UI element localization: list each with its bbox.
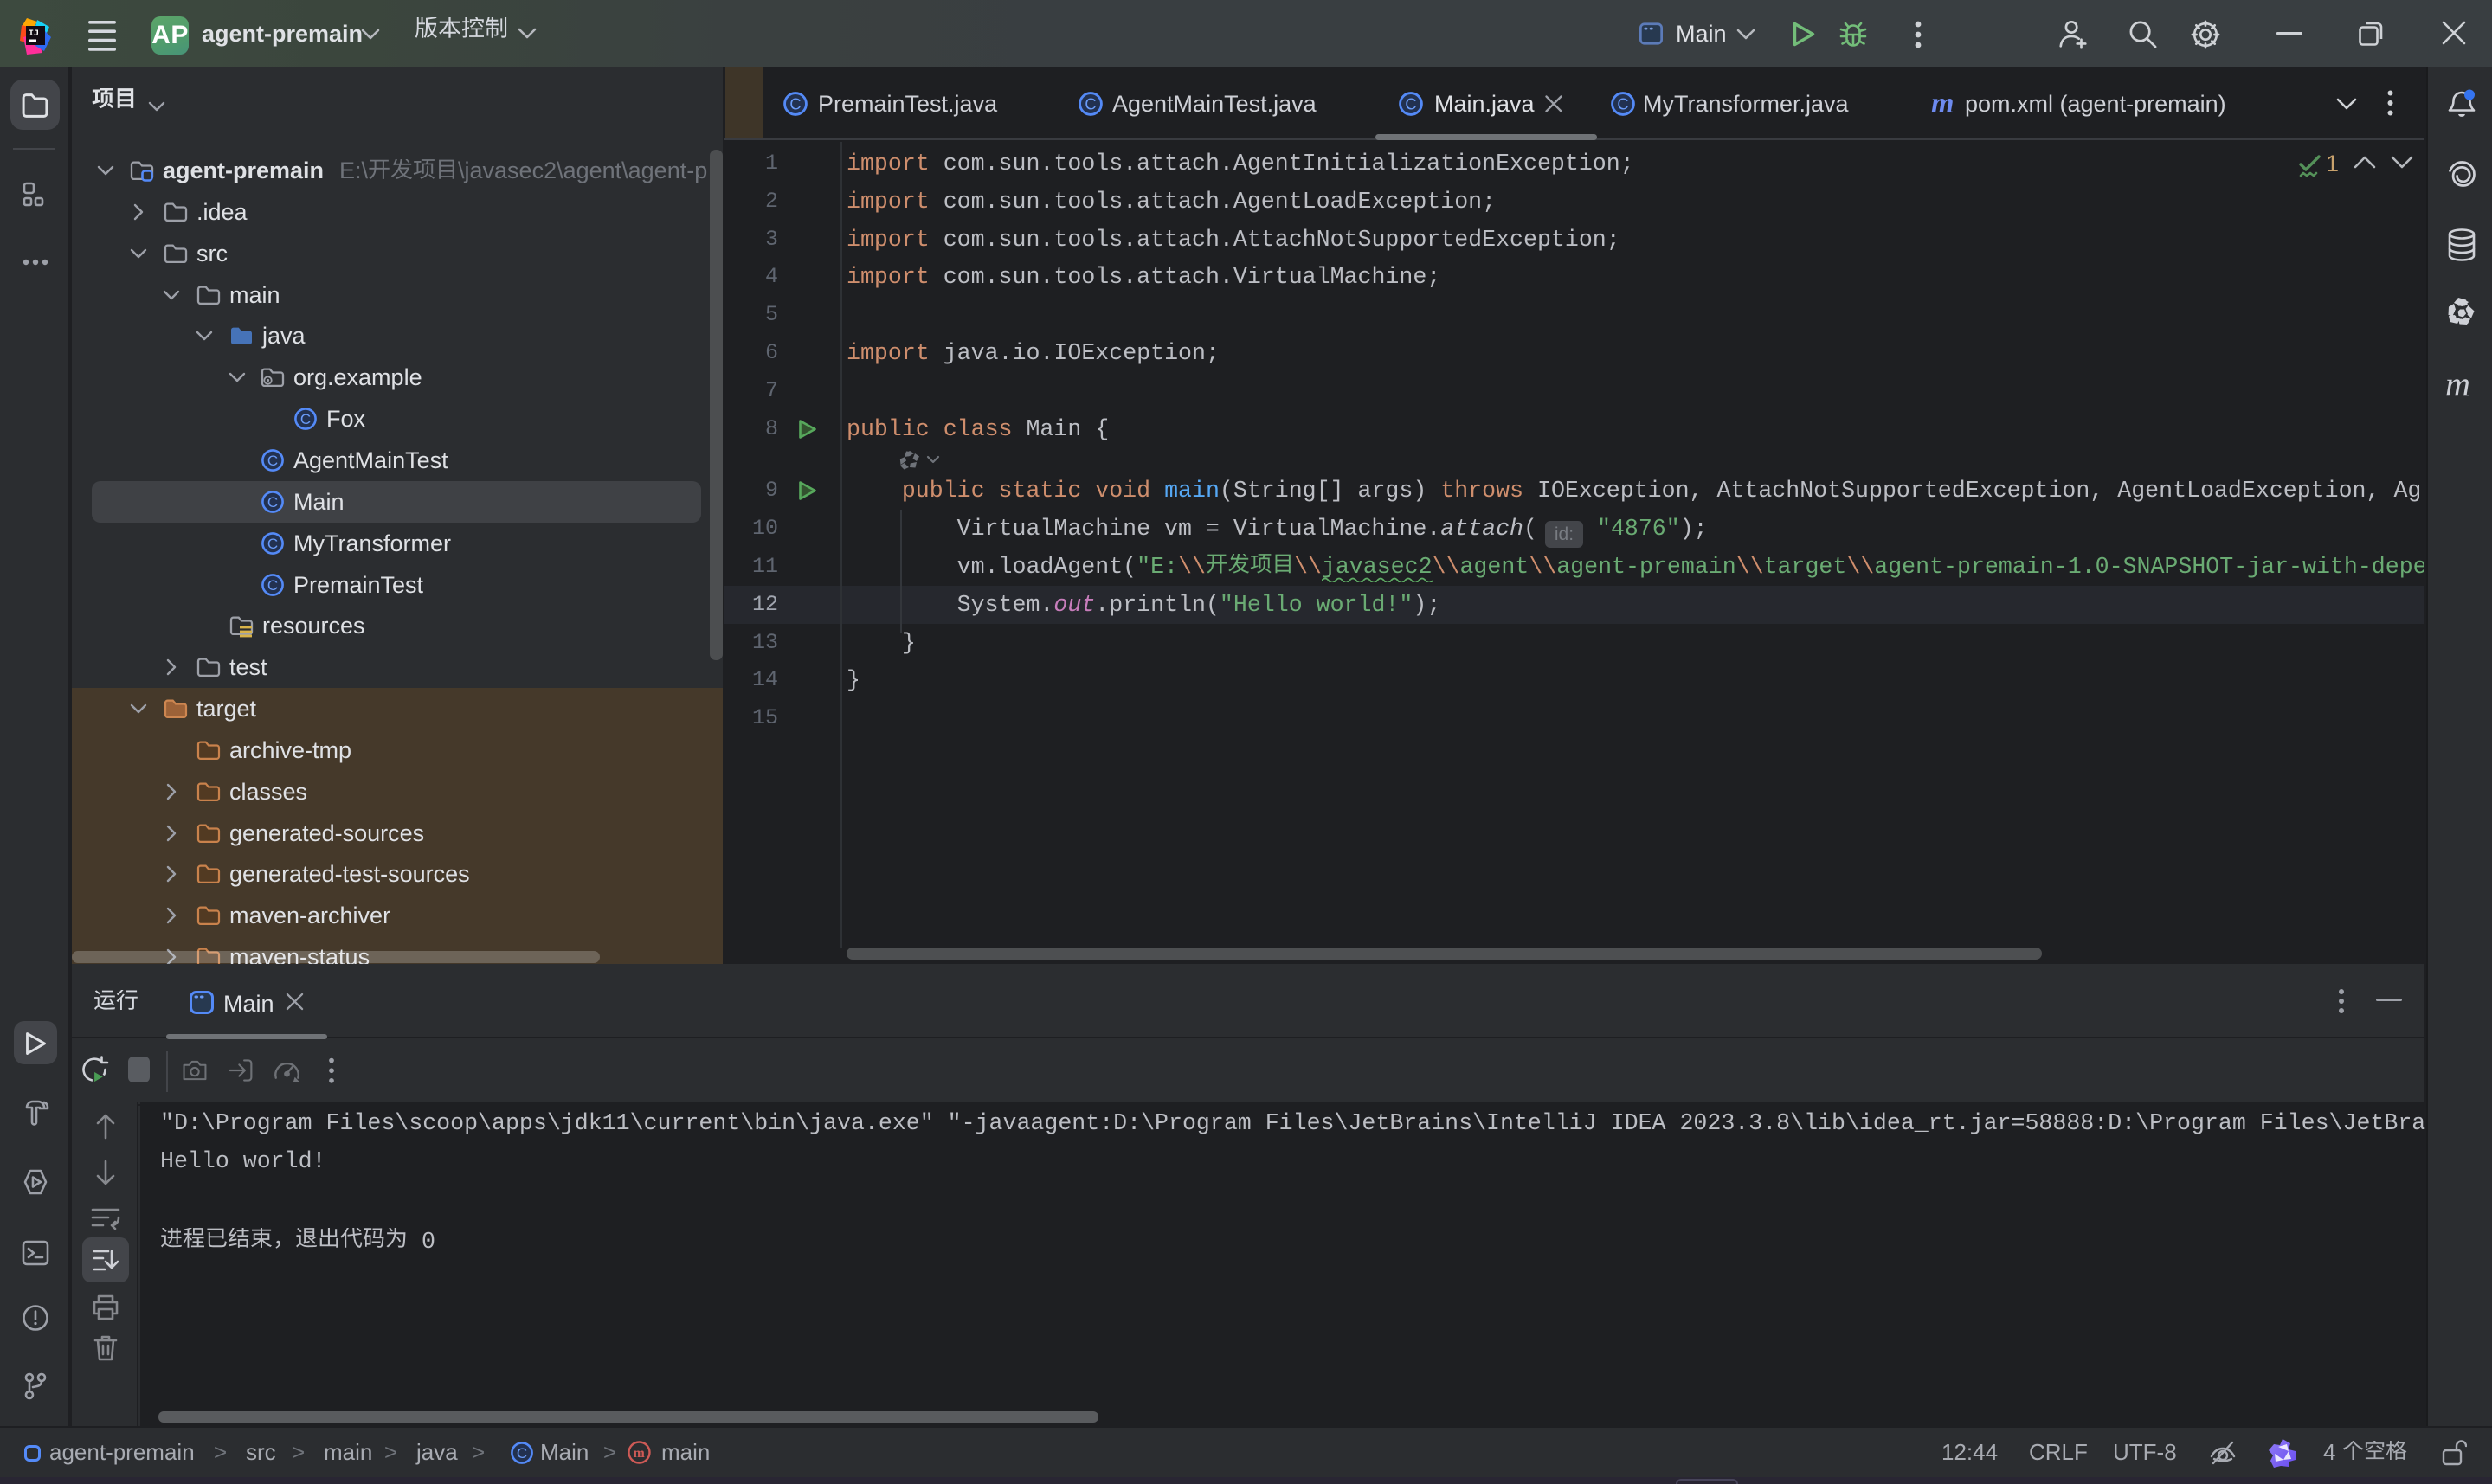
svg-text:C: C bbox=[267, 453, 278, 469]
svg-text:C: C bbox=[1617, 95, 1628, 112]
svg-text:m: m bbox=[634, 1446, 646, 1461]
svg-text:C: C bbox=[267, 577, 278, 594]
svg-text:IJ: IJ bbox=[29, 29, 39, 39]
svg-text:C: C bbox=[1405, 95, 1416, 112]
svg-text:C: C bbox=[1085, 95, 1096, 112]
svg-text:C: C bbox=[300, 411, 311, 427]
svg-text:C: C bbox=[517, 1445, 527, 1462]
svg-text:C: C bbox=[267, 536, 278, 552]
svg-text:C: C bbox=[267, 494, 278, 511]
svg-text:C: C bbox=[789, 95, 801, 112]
